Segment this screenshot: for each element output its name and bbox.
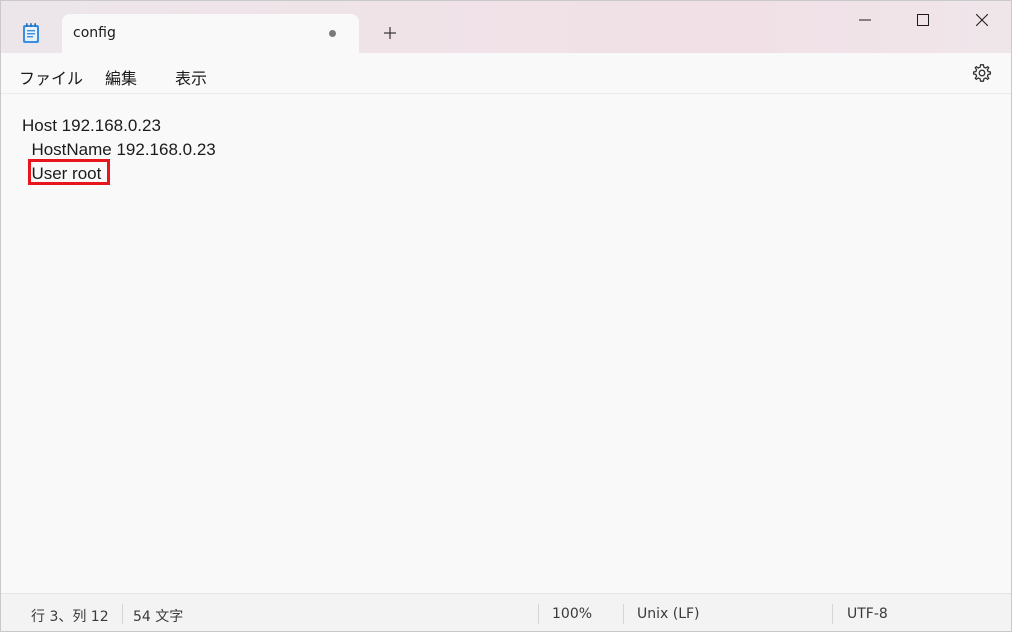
- unsaved-dot-icon[interactable]: [329, 30, 336, 37]
- gear-icon[interactable]: [972, 63, 992, 83]
- menu-bar: ファイル 編集 表示: [1, 53, 1011, 94]
- status-bar: 行 3、列 12 54 文字 100% Unix (LF) UTF-8: [1, 593, 1011, 631]
- highlight-annotation-box: [28, 159, 110, 185]
- notepad-window: config ファイル 編集 表示 Host 192.168.0.23 Host…: [0, 0, 1012, 632]
- editor-line: Host 192.168.0.23: [22, 116, 161, 135]
- status-divider: [832, 604, 833, 624]
- title-bar[interactable]: config: [1, 1, 1011, 53]
- tab-config[interactable]: config: [62, 14, 359, 53]
- minimize-icon: [859, 19, 871, 21]
- maximize-icon: [917, 14, 929, 26]
- tab-title: config: [73, 25, 116, 41]
- status-zoom[interactable]: 100%: [552, 606, 592, 622]
- status-divider: [623, 604, 624, 624]
- status-divider: [122, 604, 123, 624]
- status-cursor-position: 行 3、列 12: [31, 609, 109, 625]
- maximize-button[interactable]: [900, 5, 946, 35]
- menu-edit[interactable]: 編集: [105, 65, 137, 89]
- plus-icon: [384, 27, 396, 39]
- status-encoding[interactable]: UTF-8: [847, 606, 888, 622]
- status-divider: [538, 604, 539, 624]
- status-char-count: 54 文字: [133, 609, 184, 625]
- menu-view[interactable]: 表示: [175, 65, 207, 89]
- menu-file[interactable]: ファイル: [19, 65, 83, 89]
- minimize-button[interactable]: [842, 5, 888, 35]
- close-icon: [976, 14, 988, 26]
- text-editor[interactable]: Host 192.168.0.23 HostName 192.168.0.23 …: [1, 94, 1011, 593]
- editor-line: HostName 192.168.0.23: [22, 140, 216, 159]
- new-tab-button[interactable]: [379, 22, 401, 44]
- close-button[interactable]: [959, 5, 1005, 35]
- status-line-ending[interactable]: Unix (LF): [637, 606, 700, 622]
- notepad-icon: [21, 22, 41, 44]
